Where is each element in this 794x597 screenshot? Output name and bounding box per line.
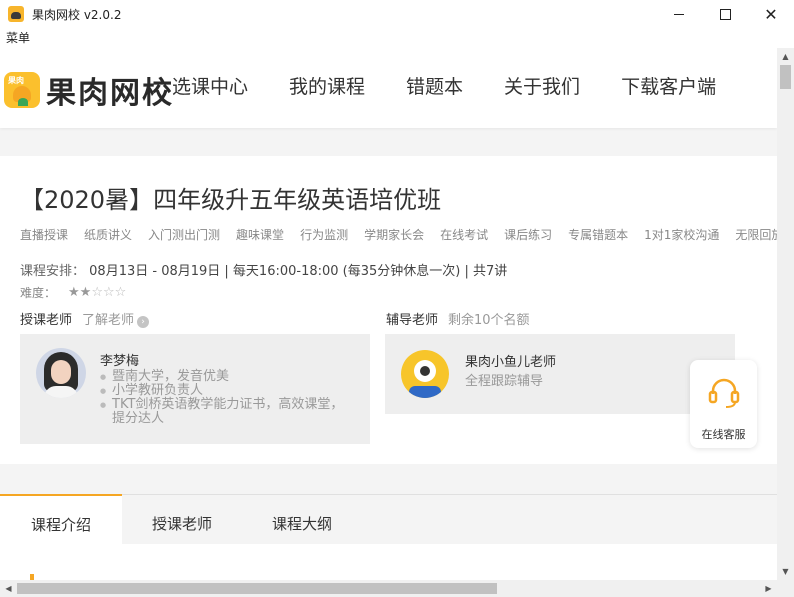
course-card: 【2020暑】四年级升五年级英语培优班 直播授课 纸质讲义 入门测出门测 趣味课… — [0, 156, 777, 464]
scroll-right-icon[interactable]: ▶ — [760, 580, 777, 597]
star-empty-icon: ☆ — [102, 285, 115, 300]
logo-badge-text: 果肉 — [8, 76, 24, 85]
star-filled-icon: ★ — [68, 285, 80, 300]
feature-tag: 趣味课堂 — [236, 228, 285, 242]
feature-tag: 直播授课 — [20, 228, 69, 242]
menu-item[interactable]: 菜单 — [6, 31, 30, 45]
difficulty-stars: ★★☆☆☆ — [68, 285, 126, 300]
tutor-name: 果肉小鱼儿老师 — [465, 355, 557, 370]
minimize-button[interactable] — [656, 0, 702, 28]
feature-tag: 无限回放 — [735, 228, 777, 242]
about-teacher-link-text: 了解老师 — [82, 313, 135, 328]
about-teacher-link[interactable]: 了解老师 › — [82, 309, 150, 328]
scroll-left-icon[interactable]: ◀ — [0, 580, 17, 597]
tutor-heading: 辅导老师 剩余10个名额 — [386, 309, 530, 328]
title-bar: 果肉网校 v2.0.2 ✕ — [0, 0, 794, 28]
difficulty-label: 难度： — [20, 286, 57, 300]
tutor-avatar — [401, 350, 449, 398]
star-filled-icon: ★ — [79, 285, 92, 300]
feature-tag: 入门测出门测 — [148, 228, 221, 242]
nav-course-center[interactable]: 选课中心 — [172, 72, 248, 99]
schedule-value: 08月13日 - 08月19日 | 每天16:00-18:00 (每35分钟休息… — [89, 264, 508, 279]
tab-course-intro[interactable]: 课程介绍 — [0, 494, 122, 545]
horizontal-scrollbar[interactable]: ◀ ▶ — [0, 580, 777, 597]
course-title: 【2020暑】四年级升五年级英语培优班 — [20, 186, 442, 214]
feature-tag: 学期家长会 — [364, 228, 425, 242]
scrollbar-corner — [777, 580, 794, 597]
instructor-card[interactable]: 李梦梅 暨南大学，发音优美 小学教研负责人 TKT剑桥英语教学能力证书，高效课堂… — [20, 334, 370, 444]
nav-about-us[interactable]: 关于我们 — [504, 72, 580, 99]
tab-instructors[interactable]: 授课老师 — [122, 495, 242, 545]
vertical-scrollbar[interactable]: ▲ ▼ — [777, 48, 794, 580]
instructor-avatar — [36, 348, 86, 398]
instructor-bullet: 小学教研负责人 — [100, 384, 356, 399]
vertical-scroll-thumb[interactable] — [780, 65, 791, 89]
instructor-name: 李梦梅 — [100, 354, 140, 369]
horizontal-scroll-thumb[interactable] — [17, 583, 497, 594]
feature-tag: 专属错题本 — [568, 228, 629, 242]
instructor-bullet: TKT剑桥英语教学能力证书，高效课堂，提分达人 — [100, 398, 356, 426]
nav-mistake-book[interactable]: 错题本 — [406, 72, 463, 99]
headset-icon — [708, 378, 740, 408]
feature-tag: 课后练习 — [504, 228, 553, 242]
menu-bar: 菜单 — [0, 28, 794, 48]
app-icon — [8, 6, 24, 22]
feature-tag: 行为监测 — [300, 228, 349, 242]
online-service-label: 在线客服 — [701, 428, 746, 441]
close-button[interactable]: ✕ — [748, 0, 794, 28]
window-controls: ✕ — [656, 0, 794, 28]
logo-text: 果肉网校 — [46, 76, 174, 111]
course-features: 直播授课 纸质讲义 入门测出门测 趣味课堂 行为监测 学期家长会 在线考试 课后… — [20, 226, 777, 243]
tutor-quota-note: 剩余10个名额 — [448, 313, 530, 328]
instructor-bullets: 暨南大学，发音优美 小学教研负责人 TKT剑桥英语教学能力证书，高效课堂，提分达… — [100, 370, 356, 426]
star-empty-icon: ☆ — [91, 285, 103, 300]
site-header: 果肉 果肉网校 选课中心 我的课程 错题本 关于我们 下载客户端 — [0, 48, 777, 128]
tutor-card[interactable]: 果肉小鱼儿老师 全程跟踪辅导 — [385, 334, 735, 414]
maximize-button[interactable] — [702, 0, 748, 28]
instructor-heading-label: 授课老师 — [20, 313, 73, 328]
tab-content — [0, 544, 777, 580]
course-tabs: 课程介绍 授课老师 课程大纲 — [0, 494, 777, 545]
course-schedule: 课程安排： 08月13日 - 08月19日 | 每天16:00-18:00 (每… — [20, 260, 507, 279]
instructor-heading: 授课老师 了解老师 › — [20, 309, 150, 328]
chevron-right-icon: › — [137, 316, 150, 328]
instructor-bullet: 暨南大学，发音优美 — [100, 370, 356, 385]
feature-tag: 在线考试 — [440, 228, 489, 242]
logo[interactable]: 果肉 果肉网校 — [4, 68, 174, 112]
schedule-label: 课程安排： — [20, 264, 86, 279]
online-service-button[interactable]: 在线客服 — [690, 360, 757, 448]
tutor-desc: 全程跟踪辅导 — [465, 374, 544, 389]
difficulty: 难度： ★★☆☆☆ — [20, 284, 126, 301]
scroll-up-icon[interactable]: ▲ — [777, 48, 794, 65]
feature-tag: 纸质讲义 — [84, 228, 133, 242]
feature-tag: 1对1家校沟通 — [644, 228, 720, 242]
star-empty-icon: ☆ — [114, 285, 127, 300]
tutor-heading-label: 辅导老师 — [386, 313, 439, 328]
tab-syllabus[interactable]: 课程大纲 — [242, 495, 362, 545]
main-content: 果肉 果肉网校 选课中心 我的课程 错题本 关于我们 下载客户端 【2020暑】… — [0, 48, 777, 580]
main-nav: 选课中心 我的课程 错题本 关于我们 下载客户端 — [172, 72, 757, 99]
scroll-down-icon[interactable]: ▼ — [777, 563, 794, 580]
nav-my-courses[interactable]: 我的课程 — [289, 72, 365, 99]
nav-download-client[interactable]: 下载客户端 — [621, 72, 716, 99]
logo-mascot-icon: 果肉 — [4, 72, 40, 108]
window-title: 果肉网校 v2.0.2 — [32, 7, 122, 22]
